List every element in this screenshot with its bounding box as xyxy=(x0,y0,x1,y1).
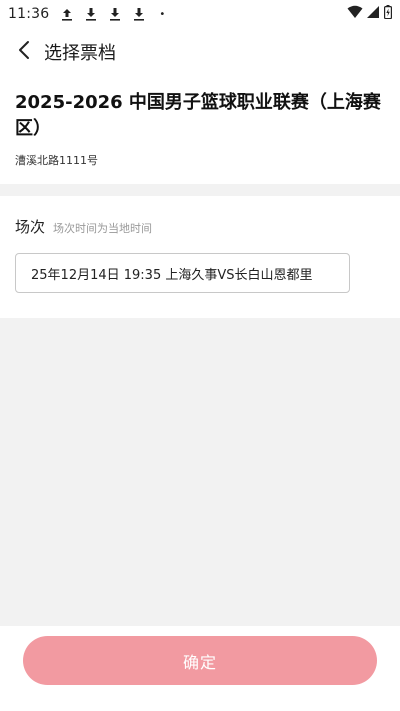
session-section: 场次 场次时间为当地时间 25年12月14日 19:35 上海久事VS长白山恩都… xyxy=(0,196,400,318)
screen: 11:36 • 选择票档 2025-2026 中国男子篮球职业联赛（上海赛区） … xyxy=(0,0,400,711)
download-icon xyxy=(133,7,145,21)
status-notification-icons: • xyxy=(61,7,165,21)
download-icon xyxy=(109,7,121,21)
wifi-icon xyxy=(347,5,363,23)
signal-icon xyxy=(367,5,380,23)
event-title: 2025-2026 中国男子篮球职业联赛（上海赛区） xyxy=(15,92,381,139)
status-time: 11:36 xyxy=(8,6,50,22)
status-bar: 11:36 • xyxy=(0,0,400,28)
back-button[interactable] xyxy=(6,34,42,70)
download-icon xyxy=(85,7,97,21)
event-address: 漕溪北路1111号 xyxy=(15,154,98,167)
chevron-left-icon xyxy=(17,40,31,64)
status-system-icons xyxy=(343,5,393,23)
confirm-button[interactable]: 确定 xyxy=(23,636,377,685)
upload-icon xyxy=(61,7,73,21)
session-option[interactable]: 25年12月14日 19:35 上海久事VS长白山恩都里 xyxy=(15,253,350,293)
session-label: 场次 xyxy=(15,218,46,236)
session-hint: 场次时间为当地时间 xyxy=(53,222,153,235)
event-info-card: 2025-2026 中国男子篮球职业联赛（上海赛区） 漕溪北路1111号 xyxy=(0,76,400,184)
app-header: 选择票档 xyxy=(0,28,400,76)
battery-icon xyxy=(384,5,393,23)
more-notifications-dot: • xyxy=(159,8,166,20)
page-title: 选择票档 xyxy=(44,43,116,64)
bottom-bar: 确定 xyxy=(0,626,400,711)
session-header: 场次 场次时间为当地时间 xyxy=(15,216,385,237)
